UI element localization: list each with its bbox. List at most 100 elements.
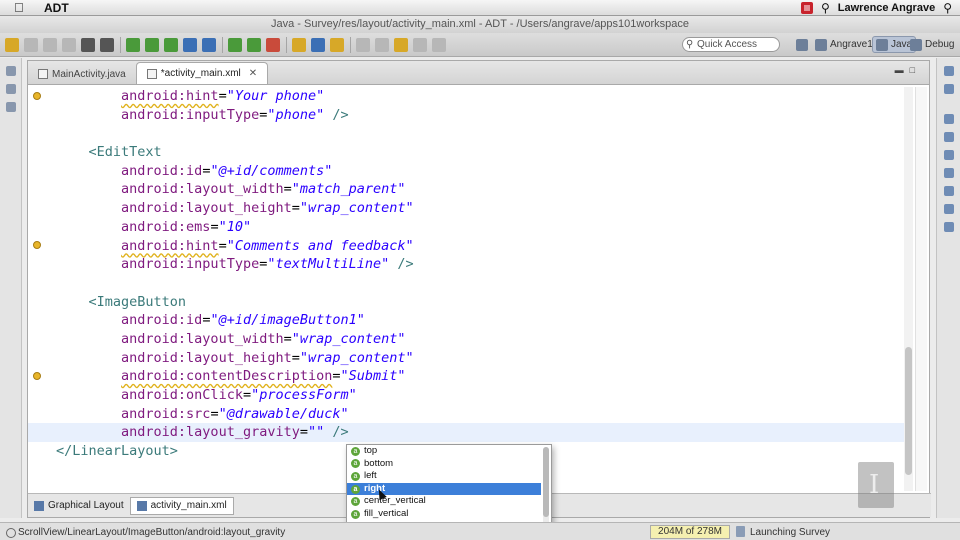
warning-icon[interactable] — [33, 92, 41, 100]
outline-icon[interactable] — [944, 84, 954, 94]
code-line[interactable]: android:inputType="textMultiLine" /> — [56, 255, 906, 274]
attribute-value-icon: a — [351, 471, 360, 481]
content-assist-label: fill_vertical — [364, 507, 409, 519]
new-android-project-icon[interactable] — [183, 37, 197, 52]
print-icon[interactable] — [62, 37, 76, 52]
android-sdk-icon[interactable] — [126, 37, 140, 52]
status-flag-icon[interactable] — [800, 2, 813, 14]
device-icon[interactable] — [944, 222, 954, 232]
code-line[interactable]: android:id="@+id/comments" — [56, 162, 906, 181]
forward-icon[interactable] — [413, 37, 427, 52]
problems-icon[interactable] — [944, 132, 954, 142]
progress-status[interactable]: Launching Survey — [750, 527, 830, 538]
upload-icon[interactable] — [81, 37, 95, 52]
content-assist-item[interactable]: a left — [347, 470, 541, 483]
code-line[interactable]: android:contentDescription="Submit" — [56, 367, 906, 386]
content-assist-label: center_vertical — [364, 495, 426, 507]
restore-icon[interactable] — [944, 66, 954, 76]
save-icon[interactable] — [24, 37, 38, 52]
javadoc-icon[interactable] — [944, 150, 954, 160]
lint-icon[interactable] — [164, 37, 178, 52]
code-line[interactable]: android:ems="10" — [56, 218, 906, 237]
run-icon[interactable] — [247, 37, 261, 52]
perspective-label: Debug — [925, 39, 955, 50]
tab-graphical-layout[interactable]: Graphical Layout — [28, 497, 130, 515]
heap-status[interactable]: 204M of 278M — [650, 525, 730, 539]
code-line[interactable]: android:onClick="processForm" — [56, 386, 906, 405]
content-assist-item[interactable]: a fill_vertical — [347, 508, 541, 521]
code-line[interactable]: android:layout_height="wrap_content" — [56, 199, 906, 218]
attribute-value-icon: a — [351, 484, 360, 494]
pin-editor-icon[interactable] — [432, 37, 446, 52]
restore-icon[interactable] — [944, 114, 954, 124]
spotlight-search-icon[interactable]: ⚲ — [943, 1, 952, 15]
close-icon[interactable]: ✕ — [249, 68, 257, 79]
code-line[interactable]: android:layout_width="wrap_content" — [56, 330, 906, 349]
quick-access-field[interactable]: ⚲ Quick Access — [682, 37, 780, 52]
tab-mainactivity[interactable]: MainActivity.java — [28, 64, 136, 84]
code-line[interactable]: android:layout_height="wrap_content" — [56, 349, 906, 368]
search-icon[interactable] — [311, 37, 325, 52]
debug-icon[interactable] — [228, 37, 242, 52]
user-name[interactable]: Lawrence Angrave — [838, 2, 935, 14]
garbage-collect-icon[interactable] — [736, 526, 745, 537]
code-line[interactable]: android:id="@+id/imageButton1" — [56, 311, 906, 330]
back-icon[interactable] — [394, 37, 408, 52]
content-assist-item[interactable]: a bottom — [347, 458, 541, 471]
new-xml-file-icon[interactable] — [202, 37, 216, 52]
perspective-angrave1[interactable]: Angrave1 — [815, 36, 873, 53]
apple-icon[interactable]:  — [14, 0, 28, 15]
previous-annotation-icon[interactable] — [375, 37, 389, 52]
xml-value: "processForm" — [251, 387, 357, 403]
restore-icon[interactable] — [6, 66, 16, 76]
save-all-icon[interactable] — [43, 37, 57, 52]
code-line[interactable]: android:hint="Comments and feedback" — [56, 237, 906, 256]
external-tools-icon[interactable] — [266, 37, 280, 52]
xml-value: "" — [307, 424, 325, 441]
code-line[interactable] — [56, 124, 906, 143]
declaration-icon[interactable] — [944, 168, 954, 178]
code-line[interactable]: android:layout_gravity="" /> — [28, 423, 906, 443]
scrollbar-thumb[interactable] — [905, 347, 912, 475]
code-line[interactable]: android:inputType="phone" /> — [56, 106, 906, 125]
code-line[interactable]: android:src="@drawable/duck" — [56, 405, 906, 424]
code-line[interactable]: <ImageButton — [56, 293, 906, 312]
console-icon[interactable] — [944, 186, 954, 196]
window-controls[interactable]: ▬□ — [895, 65, 921, 75]
next-annotation-icon[interactable] — [356, 37, 370, 52]
open-perspective-button[interactable] — [796, 36, 808, 53]
open-type-icon[interactable] — [292, 37, 306, 52]
package-explorer-icon[interactable] — [6, 84, 16, 94]
editor-vertical-scrollbar[interactable] — [904, 87, 913, 491]
code-text[interactable]: android:hint="Your phone" android:inputT… — [28, 87, 906, 461]
main-toolbar: ⚲ Quick Access Angrave1 Java Debug — [0, 33, 960, 57]
perspective-debug[interactable]: Debug — [910, 36, 954, 53]
avd-manager-icon[interactable] — [145, 37, 159, 52]
content-assist-item[interactable]: a center_vertical — [347, 495, 541, 508]
code-line[interactable]: android:layout_width="match_parent" — [56, 180, 906, 199]
tab-activity-main-xml[interactable]: *activity_main.xml ✕ — [135, 62, 269, 84]
code-line[interactable]: <EditText — [56, 143, 906, 162]
code-line[interactable] — [56, 274, 906, 293]
app-name[interactable]: ADT — [44, 1, 69, 15]
bug-icon — [910, 38, 922, 51]
xml-file-icon — [146, 68, 157, 79]
overview-ruler[interactable] — [915, 87, 927, 491]
status-path: ScrollView/LinearLayout/ImageButton/andr… — [5, 527, 286, 538]
new-icon[interactable] — [5, 37, 19, 52]
tag-icon[interactable]: ⚲ — [821, 1, 830, 15]
content-assist-item[interactable]: a top — [347, 445, 541, 458]
logcat-icon[interactable] — [944, 204, 954, 214]
xml-tag-end: /> — [389, 256, 414, 273]
warning-icon[interactable] — [33, 372, 41, 380]
xml-file-icon — [136, 500, 147, 511]
annotation-icon[interactable] — [330, 37, 344, 52]
tab-xml-source[interactable]: activity_main.xml — [129, 496, 234, 515]
scrollbar-thumb[interactable] — [543, 447, 549, 517]
hierarchy-icon[interactable] — [6, 102, 16, 112]
download-icon[interactable] — [100, 37, 114, 52]
perspective-icon — [815, 38, 827, 51]
warning-icon[interactable] — [33, 241, 41, 249]
xml-value: "wrap_content" — [299, 349, 414, 366]
code-line[interactable]: android:hint="Your phone" — [56, 87, 906, 106]
